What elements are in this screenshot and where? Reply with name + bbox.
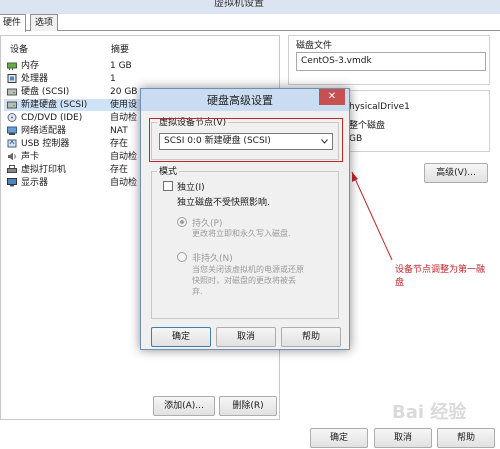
cd-dvd-icon (7, 113, 17, 122)
column-header-summary: 摘要 (111, 45, 130, 55)
nonpersistent-radio[interactable] (177, 252, 187, 262)
disk-size-label: GB (349, 134, 363, 144)
window-title: 虚拟机设置 (214, 0, 264, 9)
highlight-box (149, 118, 343, 162)
device-summary: 20 GB (110, 87, 138, 97)
tab-hardware[interactable]: 硬件 (0, 14, 27, 32)
network-icon (7, 126, 17, 135)
close-button[interactable]: ✕ (319, 89, 345, 105)
device-summary: 自动检 (110, 152, 138, 162)
device-name: 处理器 (21, 74, 49, 84)
cancel-button[interactable]: 取消 (374, 428, 432, 448)
help-button[interactable]: 帮助 (437, 428, 495, 448)
device-name: 显示器 (21, 178, 49, 188)
hard-disk-icon (7, 88, 17, 96)
physical-drive-label: hysicalDrive1 (349, 102, 410, 112)
dialog-cancel-button[interactable]: 取消 (216, 327, 276, 347)
device-name: 声卡 (21, 152, 40, 162)
mode-label: 模式 (157, 164, 180, 177)
device-summary: 1 (110, 74, 116, 84)
memory-icon (7, 62, 17, 70)
column-header-device: 设备 (10, 45, 29, 55)
device-summary: NAT (110, 126, 128, 136)
device-name: 新建硬盘 (SCSI) (21, 100, 88, 110)
nonpersistent-description-line3: 弃. (192, 287, 203, 296)
tab-options[interactable]: 选项 (30, 14, 59, 31)
device-name: 内存 (21, 61, 40, 71)
device-name: CD/DVD (IDE) (21, 113, 83, 123)
device-name: USB 控制器 (21, 139, 70, 149)
device-name: 虚拟打印机 (21, 165, 67, 175)
independent-checkbox[interactable] (163, 181, 173, 191)
device-row-cpu[interactable]: 处理器 1 (4, 73, 276, 85)
watermark: Bai 经验 (392, 402, 467, 423)
device-summary: 自动检 (110, 113, 138, 123)
remove-device-button[interactable]: 删除(R) (219, 396, 277, 416)
device-name: 硬盘 (SCSI) (21, 87, 70, 97)
annotation-text-line2: 盘 (395, 278, 405, 288)
device-summary: 1 GB (110, 61, 132, 71)
independent-description: 独立磁盘不受快照影响. (177, 198, 270, 208)
ok-button[interactable]: 确定 (310, 428, 368, 448)
device-name: 网络适配器 (21, 126, 67, 136)
nonpersistent-description-line1: 当您关闭该虚拟机的电源或还原 (192, 265, 304, 274)
device-summary: 自动检 (110, 178, 138, 188)
persistent-radio[interactable] (177, 217, 187, 227)
device-summary: 存在 (110, 165, 129, 175)
annotation-text: 设备节点调整为第一融 (395, 265, 486, 275)
persistent-description: 更改将立即和永久写入磁盘. (192, 229, 291, 238)
dialog-ok-button[interactable]: 确定 (151, 327, 211, 347)
add-device-button[interactable]: 添加(A)... (153, 396, 215, 416)
device-row-memory[interactable]: 内存 1 GB (4, 60, 276, 72)
device-summary: 使用设 (110, 100, 138, 110)
printer-icon (7, 165, 17, 173)
mode-group (151, 171, 339, 319)
dialog-title: 硬盘高级设置 (207, 94, 273, 107)
close-icon: ✕ (327, 91, 337, 102)
usb-icon (7, 139, 17, 148)
independent-label: 独立(I) (177, 183, 205, 193)
nonpersistent-description-line2: 快照时，对磁盘的更改将被丢 (192, 276, 296, 285)
sound-icon (8, 152, 16, 161)
dialog-help-button[interactable]: 帮助 (281, 327, 341, 347)
device-summary: 存在 (110, 139, 129, 149)
disk-file-label: 磁盘文件 (296, 41, 333, 51)
cpu-icon (7, 74, 17, 83)
whole-disk-label: 整个磁盘 (349, 121, 386, 131)
disk-file-input[interactable]: CentOS-3.vmdk (296, 52, 486, 71)
advanced-disk-dialog: 硬盘高级设置 ✕ 虚拟设备节点(V) SCSI 0:0 新建硬盘 (SCSI) … (140, 88, 350, 350)
monitor-icon (7, 178, 17, 187)
hard-disk-icon (7, 101, 17, 109)
nonpersistent-label: 非持久(N) (192, 254, 233, 264)
